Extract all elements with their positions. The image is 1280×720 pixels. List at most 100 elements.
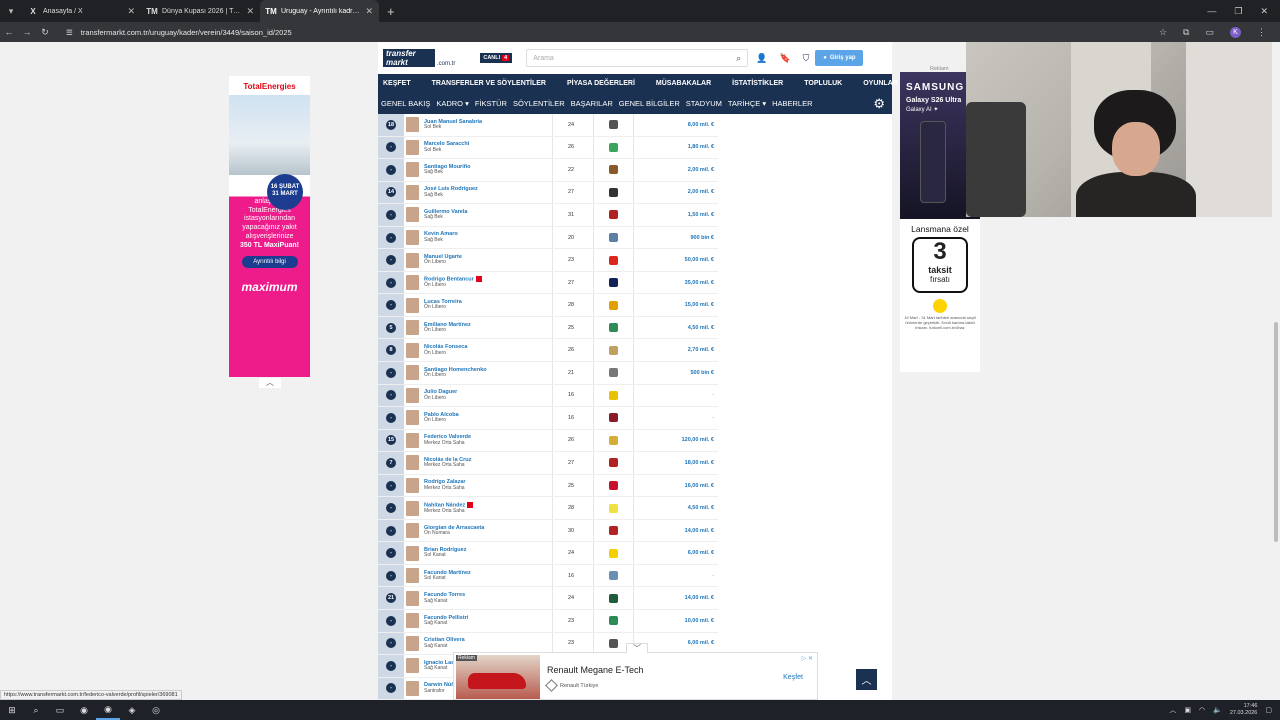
club-crest-icon[interactable] xyxy=(609,503,618,513)
club-crest-icon[interactable] xyxy=(609,571,618,581)
player-photo[interactable] xyxy=(406,680,419,696)
club-crest-icon[interactable] xyxy=(609,142,618,152)
player-photo[interactable] xyxy=(406,545,419,561)
market-value[interactable]: 14,00 mil. € xyxy=(685,595,714,601)
player-photo[interactable] xyxy=(406,500,419,516)
market-value[interactable]: 6,00 mil. € xyxy=(688,640,714,646)
url-field[interactable]: ☰ transfermarkt.com.tr/uruguay/kader/ver… xyxy=(66,28,292,37)
player-photo[interactable] xyxy=(406,568,419,584)
market-value[interactable]: 900 bin € xyxy=(690,235,714,241)
main-nav-item[interactable]: TRANSFERLER VE SÖYLENTİLER xyxy=(427,80,546,87)
notifications-icon[interactable]: ▢ xyxy=(1265,706,1272,714)
settings-gear-icon[interactable]: ⚙ xyxy=(870,96,888,112)
market-value[interactable]: 4,50 mil. € xyxy=(688,325,714,331)
app-icon-2[interactable]: ◎ xyxy=(144,700,168,720)
club-crest-icon[interactable] xyxy=(609,255,618,265)
player-photo[interactable] xyxy=(406,455,419,471)
sub-nav-item[interactable]: GENEL BİLGİLER xyxy=(616,99,683,108)
club-crest-icon[interactable] xyxy=(609,638,618,648)
sub-nav-item[interactable]: TARİHÇE ▾ xyxy=(725,99,769,108)
main-nav-item[interactable]: KEŞFET xyxy=(378,80,411,87)
club-crest-icon[interactable] xyxy=(609,368,618,378)
close-window-icon[interactable]: ✕ xyxy=(1260,6,1268,17)
bottom-ad-title[interactable]: Renault Megane E-Tech xyxy=(547,665,644,675)
watchlist-bookmark-icon[interactable]: 🔖 xyxy=(779,53,790,64)
browser-menu-icon[interactable]: ⋮ xyxy=(1257,27,1266,38)
player-photo[interactable] xyxy=(406,117,419,133)
club-crest-icon[interactable] xyxy=(609,233,618,242)
player-photo[interactable] xyxy=(406,139,419,155)
ad-details-button[interactable]: Ayrıntılı bilgi xyxy=(241,256,298,269)
club-crest-icon[interactable] xyxy=(609,323,618,333)
minimize-icon[interactable]: — xyxy=(1207,6,1216,17)
tab-groups-icon[interactable]: ▭ xyxy=(1205,27,1214,38)
club-crest-icon[interactable] xyxy=(609,390,618,400)
url-text[interactable]: transfermarkt.com.tr/uruguay/kader/verei… xyxy=(81,28,292,37)
club-crest-icon[interactable] xyxy=(609,548,618,558)
player-photo[interactable] xyxy=(406,162,419,178)
ad-expand-chevron-icon[interactable]: ﹀ xyxy=(626,643,648,653)
market-value[interactable]: 120,00 mil. € xyxy=(682,437,714,443)
club-crest-icon[interactable] xyxy=(609,120,618,130)
shield-icon[interactable]: ⛉ xyxy=(803,53,810,64)
player-photo[interactable] xyxy=(406,613,419,629)
app-icon[interactable]: ◈ xyxy=(120,700,144,720)
sub-nav-item[interactable]: HABERLER xyxy=(769,99,815,108)
market-value[interactable]: 16,00 mil. € xyxy=(685,483,714,489)
club-crest-icon[interactable] xyxy=(609,458,618,468)
browser-tab[interactable]: X Anasayfa / X ✕ xyxy=(22,0,141,22)
player-photo[interactable] xyxy=(406,342,419,358)
player-photo[interactable] xyxy=(406,252,419,268)
market-value[interactable]: 8,00 mil. € xyxy=(688,122,714,128)
scrollbar-thumb[interactable] xyxy=(1274,322,1278,542)
club-crest-icon[interactable] xyxy=(609,413,618,423)
user-search-icon[interactable]: 👤 xyxy=(756,53,767,64)
market-value[interactable]: 2,70 mil. € xyxy=(688,347,714,353)
club-crest-icon[interactable] xyxy=(609,345,618,355)
player-photo[interactable] xyxy=(406,387,419,403)
live-matches-button[interactable]: CANLI 4 xyxy=(480,53,513,63)
club-crest-icon[interactable] xyxy=(609,593,618,603)
ad-cta-button[interactable]: Keşfet xyxy=(783,674,803,681)
market-value[interactable]: - xyxy=(712,573,714,579)
market-value[interactable]: - xyxy=(712,415,714,421)
market-value[interactable]: 4,50 mil. € xyxy=(688,505,714,511)
clock[interactable]: 17:46 27.03.2026 xyxy=(1230,703,1258,716)
site-info-icon[interactable]: ☰ xyxy=(66,28,73,37)
player-photo[interactable] xyxy=(406,275,419,291)
player-photo[interactable] xyxy=(406,478,419,494)
player-photo[interactable] xyxy=(406,207,419,223)
club-crest-icon[interactable] xyxy=(609,278,618,288)
new-tab-button[interactable]: + xyxy=(379,4,403,19)
extensions-icon[interactable]: ⧉ xyxy=(1183,27,1189,38)
site-search-input[interactable]: Arama ⌕ xyxy=(526,49,749,67)
ad-collapse-chevron-icon[interactable]: ︿ xyxy=(259,378,281,388)
main-nav-item[interactable]: İSTATİSTİKLER xyxy=(727,80,783,87)
tab-close-icon[interactable]: ✕ xyxy=(365,6,373,17)
market-value[interactable]: - xyxy=(712,392,714,398)
chrome-active-icon[interactable]: ◉ xyxy=(96,700,120,720)
sub-nav-item[interactable]: STADYUM xyxy=(683,99,725,108)
left-advertisement[interactable]: TotalEnergies 16 ŞUBAT 31 MART Maximum K… xyxy=(229,76,310,377)
club-crest-icon[interactable] xyxy=(609,526,618,536)
market-value[interactable]: 50,00 mil. € xyxy=(685,257,714,263)
main-nav-item[interactable]: MÜSABAKALAR xyxy=(651,80,711,87)
transfermarkt-logo[interactable]: transfer markt xyxy=(383,49,435,67)
file-explorer-icon[interactable]: ▭ xyxy=(48,700,72,720)
browser-tab[interactable]: TM Dünya Kupası 2026 | Transferm ✕ xyxy=(141,0,260,22)
forward-icon[interactable]: → xyxy=(18,27,36,37)
player-photo[interactable] xyxy=(406,320,419,336)
login-button[interactable]: ● Giriş yap xyxy=(815,50,864,66)
profile-avatar[interactable]: K xyxy=(1230,26,1241,38)
main-nav-item[interactable]: TOPLULUK xyxy=(799,80,842,87)
tray-app-icon[interactable]: ▣ xyxy=(1184,706,1191,714)
sub-nav-item[interactable]: KADRO ▾ xyxy=(433,99,472,108)
tab-close-icon[interactable]: ✕ xyxy=(127,6,135,17)
search-icon[interactable]: ⌕ xyxy=(736,53,741,64)
club-crest-icon[interactable] xyxy=(609,210,618,220)
main-nav-item[interactable]: PİYASA DEĞERLERİ xyxy=(562,80,635,87)
player-photo[interactable] xyxy=(406,432,419,448)
club-crest-icon[interactable] xyxy=(609,616,618,626)
club-crest-icon[interactable] xyxy=(609,187,618,197)
player-photo[interactable] xyxy=(406,410,419,426)
